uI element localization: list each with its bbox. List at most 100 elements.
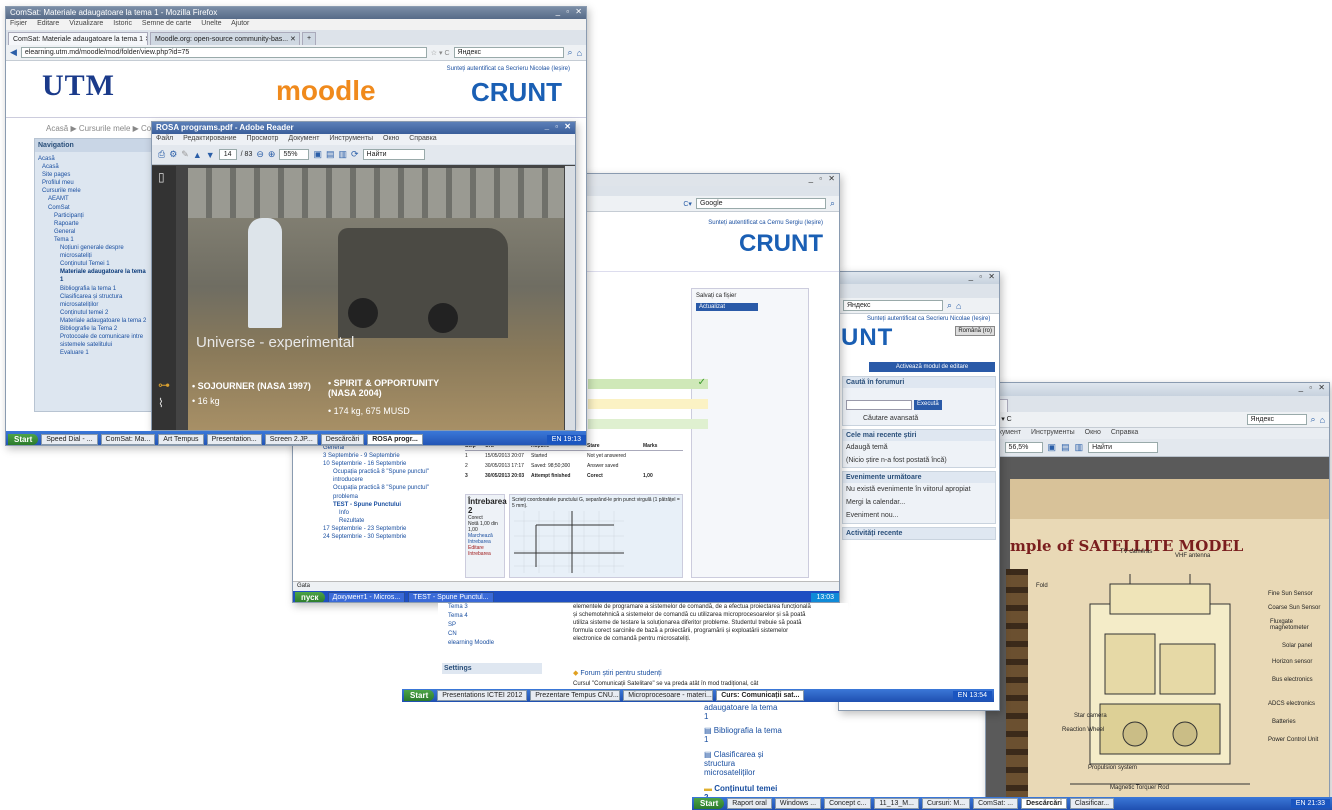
nav-item[interactable]: Ocupația practică 8 "Spune punctul" intr… <box>323 468 453 484</box>
nav-item[interactable]: AEAMT <box>38 195 150 203</box>
menu-tools[interactable]: Инструменты <box>329 135 373 142</box>
window-controls[interactable]: _ ▫ ✕ <box>556 7 584 16</box>
menu-edit[interactable]: Редактирование <box>183 135 236 142</box>
menu-tools[interactable]: Unelte <box>201 20 221 27</box>
menu-help[interactable]: Ajutor <box>231 20 249 27</box>
find-field[interactable]: Найти <box>1088 442 1159 453</box>
taskbar-item[interactable]: ROSA progr... <box>367 433 423 445</box>
taskbar-item[interactable]: Presentation... <box>206 433 262 445</box>
next-page-icon[interactable]: ▼ <box>206 150 215 160</box>
menu-history[interactable]: Istoric <box>113 20 132 27</box>
fit-width-icon[interactable]: ▤ <box>1061 442 1070 453</box>
nav-item[interactable]: Profilul meu <box>38 179 150 187</box>
taskbar-item[interactable]: Speed Dial - ... <box>41 433 98 445</box>
menu-document[interactable]: Документ <box>288 135 319 142</box>
taskbar-item[interactable]: Cursuri: M... <box>921 798 971 809</box>
nav-item[interactable]: Site pages <box>38 171 150 179</box>
find-field[interactable]: Найти <box>362 149 425 160</box>
bookmark-star-icon[interactable]: ☆ ▾ C <box>431 49 450 57</box>
new-tab-button[interactable]: + <box>302 32 316 45</box>
print-icon[interactable]: ⎙ <box>158 149 165 160</box>
nav-item[interactable]: 10 Septembrie - 16 Septembrie <box>323 460 453 468</box>
start-button[interactable]: Start <box>404 690 435 701</box>
taskbar-item[interactable]: Concept c... <box>824 798 872 809</box>
menu-file[interactable]: Файл <box>156 135 173 142</box>
taskbar-item[interactable]: Clasificar... <box>1069 798 1115 809</box>
nav-item[interactable]: Participanți <box>38 212 150 220</box>
menu-file[interactable]: Fișier <box>10 20 27 27</box>
taskbar-item[interactable]: Curs: Comunicații sat... <box>716 690 805 701</box>
nav-item[interactable]: Rapoarte <box>38 220 150 228</box>
taskbar-item[interactable]: TEST - Spune Punctul... <box>408 592 494 602</box>
nav-item[interactable]: Evaluare 1 <box>38 349 150 357</box>
nav-item[interactable]: Acasă <box>38 163 150 171</box>
attachments-icon[interactable]: ⌇ <box>152 392 176 414</box>
login-info[interactable]: Sunteți autentificat ca Cernu Sergiu (Ie… <box>708 220 823 226</box>
taskbar-item[interactable]: ComSat: Ma... <box>100 433 156 445</box>
zoom-field[interactable]: 56,5% <box>1004 442 1043 453</box>
menu-view[interactable]: Просмотр <box>246 135 278 142</box>
window-controls[interactable]: _ ▫ ✕ <box>1299 383 1327 392</box>
nav-item[interactable]: 3 Septembrie - 9 Septembrie <box>323 452 453 460</box>
rotate-icon[interactable]: ⟳ <box>351 149 359 160</box>
menu-window[interactable]: Окно <box>1085 429 1101 436</box>
nav-item[interactable]: ComSat <box>38 204 150 212</box>
taskbar-item[interactable]: Presentations ICTEI 2012 <box>437 690 528 701</box>
zoom-out-icon[interactable]: ⊖ <box>256 149 264 160</box>
search-icon[interactable]: ⌕ <box>568 47 573 58</box>
course-item[interactable]: CN <box>448 630 494 639</box>
search-icon[interactable]: ⌕ <box>1311 414 1316 425</box>
nav-item[interactable]: Ocupația practică 8 "Spune punctul" prob… <box>323 484 453 500</box>
taskbar-item[interactable]: Prezentare Tempus CNU... <box>530 690 621 701</box>
forum-search-input[interactable] <box>846 400 912 410</box>
nav-item[interactable]: Info <box>323 509 453 517</box>
taskbar-item[interactable]: ComSat: ... <box>973 798 1019 809</box>
zoom-field[interactable]: 55% <box>279 149 310 160</box>
page-view-icon[interactable]: ▥ <box>1075 442 1084 453</box>
nav-item[interactable]: Conținutul temei 2 <box>38 309 150 317</box>
nav-item[interactable]: Protocoale de comunicare intre sistemele… <box>38 333 150 349</box>
pages-panel-icon[interactable]: ▯ <box>152 166 176 188</box>
share-icon[interactable]: ⚙ <box>169 149 177 160</box>
flag-question-link[interactable]: Marchează întrebarea <box>468 533 502 545</box>
login-info[interactable]: Sunteți autentificat ca Secrieru Nicolae… <box>867 316 990 322</box>
login-info[interactable]: Sunteți autentificat ca Secrieru Nicolae… <box>447 66 570 72</box>
menu-edit[interactable]: Editare <box>37 20 59 27</box>
prev-page-icon[interactable]: ▲ <box>193 150 202 160</box>
sign-icon[interactable]: ✎ <box>181 149 189 160</box>
folder-item[interactable]: ▬ Conținutul temei 2 <box>698 781 788 798</box>
course-item[interactable]: Tema 3 <box>448 603 494 612</box>
taskbar-item[interactable]: Art Tempus <box>158 433 204 445</box>
back-icon[interactable]: ◀ <box>10 47 17 58</box>
language-indicator[interactable]: EN <box>958 692 968 699</box>
nav-item[interactable]: Cursurile mele <box>38 187 150 195</box>
taskbar-item[interactable]: 11_13_M... <box>874 798 919 809</box>
folder-item[interactable]: ▤ Bibliografia la tema 1 <box>698 723 788 747</box>
fit-page-icon[interactable]: ▣ <box>313 149 322 160</box>
search-input[interactable]: Яндекс <box>1246 414 1307 425</box>
nav-item[interactable]: Conținutul Temei 1 <box>38 260 150 268</box>
home-icon[interactable]: ⌂ <box>1320 415 1325 425</box>
language-indicator[interactable]: EN <box>552 436 562 443</box>
nav-item[interactable]: Rezultate <box>323 517 453 525</box>
course-item[interactable]: SP <box>448 621 494 630</box>
taskbar-item[interactable]: Microprocesoare - materi... <box>623 690 714 701</box>
start-button[interactable]: пуск <box>295 592 325 602</box>
nav-item[interactable]: Bibliografie la Tema 2 <box>38 325 150 333</box>
fit-width-icon[interactable]: ▤ <box>326 149 335 160</box>
taskbar-item[interactable]: Raport oral <box>727 798 772 809</box>
nav-item[interactable]: 24 Septembrie - 30 Septembrie <box>323 533 453 541</box>
execute-button[interactable]: Execută <box>914 400 942 410</box>
nav-item[interactable]: TEST - Spune Punctului <box>323 501 453 509</box>
nav-item[interactable]: Materiale adaugatoare la tema 1 <box>38 268 150 284</box>
nav-item[interactable]: 17 Septembrie - 23 Septembrie <box>323 525 453 533</box>
start-button[interactable]: Start <box>694 798 725 809</box>
tab-moodle-org[interactable]: Moodle.org: open-source community-bas...… <box>150 32 300 45</box>
bookmarks-icon[interactable]: ⊶ <box>152 188 176 392</box>
search-icon[interactable]: ⌕ <box>830 198 835 209</box>
taskbar-item[interactable]: Windows ... <box>774 798 822 809</box>
menu-bookmarks[interactable]: Semne de carte <box>142 20 191 27</box>
menu-help[interactable]: Справка <box>1111 429 1138 436</box>
zoom-in-icon[interactable]: ⊕ <box>268 149 276 160</box>
add-topic-link[interactable]: Adaugă temă <box>843 441 995 454</box>
